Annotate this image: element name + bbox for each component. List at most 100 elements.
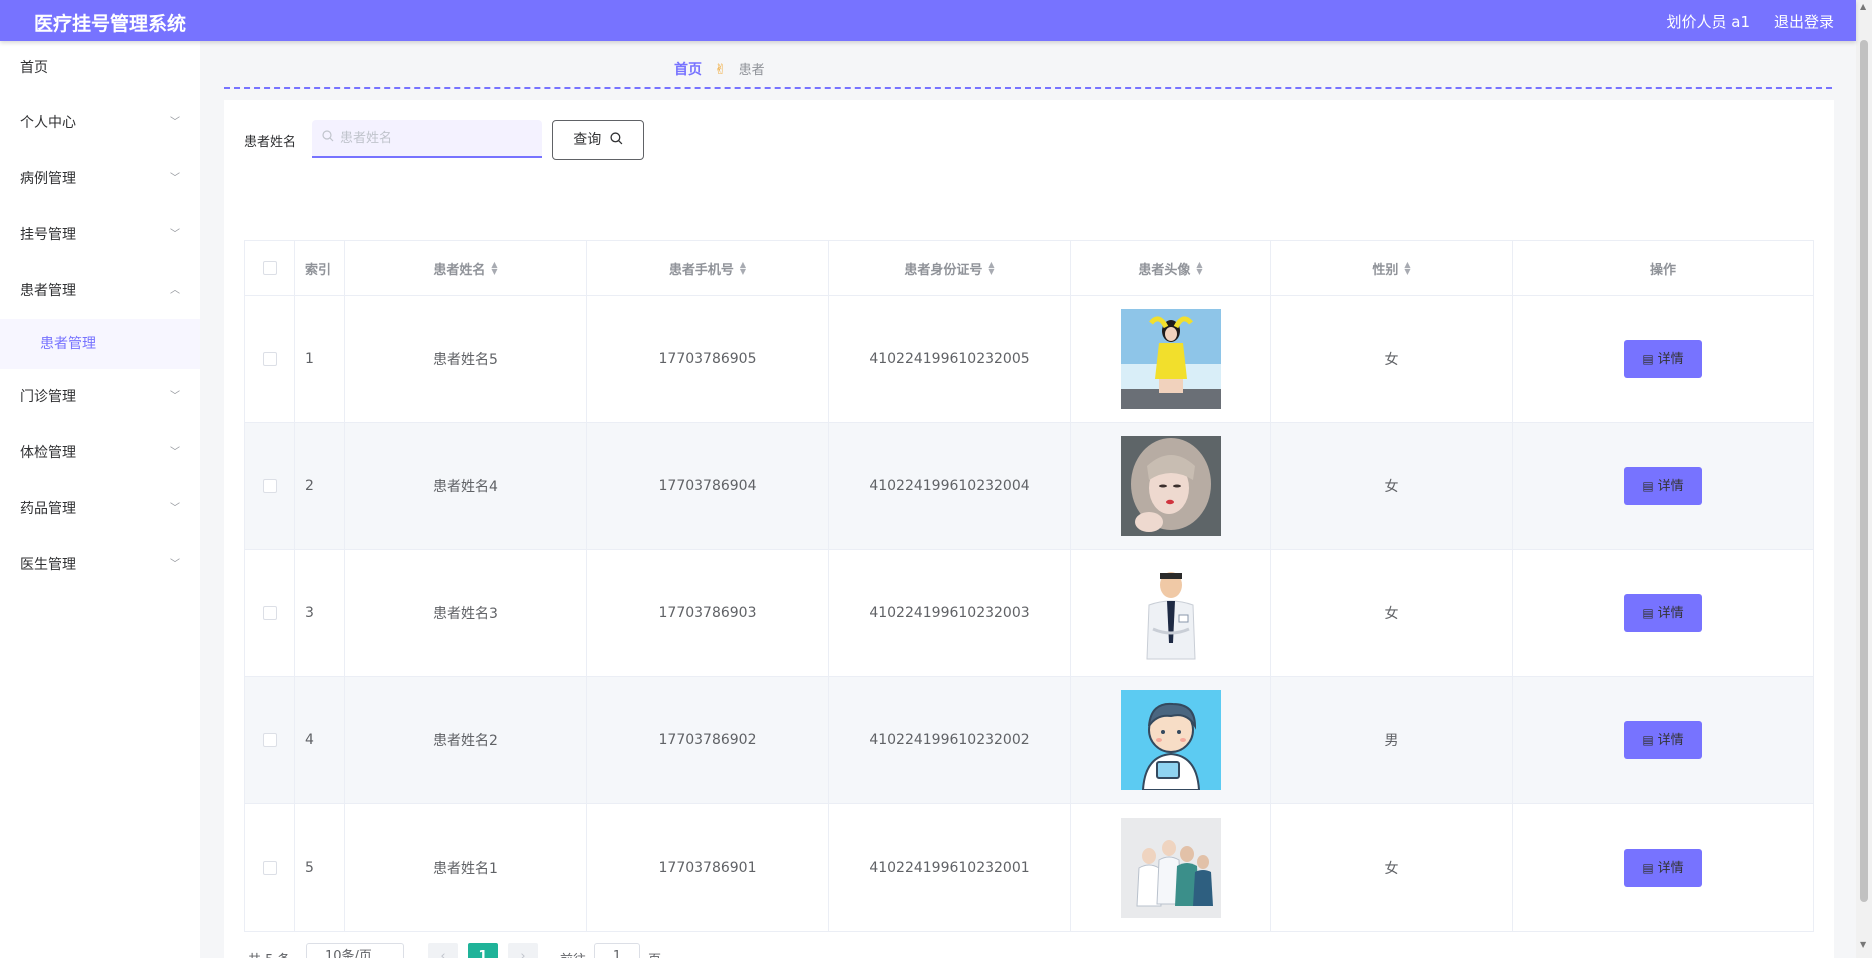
chevron-down-icon: ﹀ <box>170 229 180 240</box>
goto-suffix: 页 <box>648 949 661 958</box>
patient-avatar[interactable] <box>1120 436 1221 536</box>
cell-index: 5 <box>295 804 345 931</box>
cell-gender: 女 <box>1271 423 1513 549</box>
sort-icon[interactable]: ▲ ▼ <box>740 261 746 276</box>
breadcrumb-home-link[interactable]: 首页 <box>674 62 702 78</box>
cell-actions: ▤ 详情 <box>1513 296 1813 422</box>
query-button[interactable]: 查询 <box>552 120 644 160</box>
sidebar-item-doctor-management[interactable]: 医生管理 ﹀ <box>0 537 200 593</box>
cell-avatar <box>1071 296 1271 422</box>
sidebar-item-personal-center[interactable]: 个人中心 ﹀ <box>0 95 200 151</box>
document-icon: ▤ <box>1642 860 1654 875</box>
top-header: 医疗挂号管理系统 划价人员 a1 退出登录 <box>0 0 1856 41</box>
cell-index: 1 <box>295 296 345 422</box>
cell-id-card: 410224199610232005 <box>829 296 1071 422</box>
detail-button[interactable]: ▤ 详情 <box>1624 721 1702 759</box>
select-all-checkbox[interactable] <box>262 261 277 275</box>
sort-icon[interactable]: ▲ ▼ <box>988 261 994 276</box>
patient-avatar[interactable] <box>1120 690 1221 790</box>
page-size-select[interactable]: 10条/页 <box>306 943 404 958</box>
patient-avatar[interactable] <box>1120 817 1221 918</box>
submenu-item-patient-management[interactable]: 患者管理 <box>0 319 200 369</box>
cell-name: 患者姓名5 <box>345 296 587 422</box>
cell-id-card: 410224199610232004 <box>829 423 1071 549</box>
next-page-button[interactable]: › <box>508 943 538 958</box>
cell-gender: 女 <box>1271 550 1513 676</box>
cell-avatar <box>1071 550 1271 676</box>
column-header-phone[interactable]: 患者手机号 ▲ ▼ <box>587 241 829 295</box>
sort-icon[interactable]: ▲ ▼ <box>1196 261 1202 276</box>
sort-icon[interactable]: ▲ ▼ <box>491 261 497 276</box>
document-icon: ▤ <box>1642 606 1654 620</box>
breadcrumb: 首页 ✌ 患者 <box>224 41 1832 89</box>
detail-button[interactable]: ▤ 详情 <box>1624 467 1702 505</box>
query-button-label: 查询 <box>573 132 602 148</box>
row-select-cell <box>245 550 295 676</box>
patient-avatar[interactable] <box>1120 309 1221 409</box>
cell-avatar <box>1071 423 1271 549</box>
column-header-id-card[interactable]: 患者身份证号 ▲ ▼ <box>829 241 1071 295</box>
column-header-index: 索引 <box>295 241 345 295</box>
detail-button[interactable]: ▤ 详情 <box>1624 594 1702 632</box>
cell-actions: ▤ 详情 <box>1513 550 1813 676</box>
row-checkbox[interactable] <box>262 606 277 620</box>
goto-page-input[interactable]: 1 <box>594 943 640 958</box>
search-input[interactable] <box>340 120 536 156</box>
sidebar-item-label: 挂号管理 <box>20 227 76 243</box>
cell-phone: 17703786902 <box>587 677 829 803</box>
sort-icon[interactable]: ▲ ▼ <box>1404 261 1410 276</box>
sidebar-item-drug-management[interactable]: 药品管理 ﹀ <box>0 481 200 537</box>
logout-link[interactable]: 退出登录 <box>1774 11 1834 32</box>
scroll-up-icon[interactable]: ▲ <box>1860 2 1866 11</box>
scroll-down-icon[interactable]: ▼ <box>1860 940 1866 949</box>
sidebar-item-case-management[interactable]: 病例管理 ﹀ <box>0 151 200 207</box>
row-select-cell <box>245 804 295 931</box>
pagination-total: 共 5 条 <box>248 949 291 958</box>
row-checkbox[interactable] <box>262 860 277 875</box>
column-header-name[interactable]: 患者姓名 ▲ ▼ <box>345 241 587 295</box>
scrollbar-thumb[interactable] <box>1860 40 1868 902</box>
column-header-gender[interactable]: 性别 ▲ ▼ <box>1271 241 1513 295</box>
column-header-avatar[interactable]: 患者头像 ▲ ▼ <box>1071 241 1271 295</box>
goto-label: 前往 <box>560 949 586 958</box>
row-checkbox[interactable] <box>262 479 277 493</box>
prev-page-button[interactable]: ‹ <box>428 943 458 958</box>
page-number-button[interactable]: 1 <box>468 943 498 958</box>
chevron-down-icon: ﹀ <box>170 559 180 570</box>
search-label: 患者姓名 <box>244 135 297 150</box>
breadcrumb-current: 患者 <box>738 63 765 78</box>
row-checkbox[interactable] <box>262 733 277 747</box>
document-icon: ▤ <box>1642 352 1654 366</box>
sidebar-item-registration-management[interactable]: 挂号管理 ﹀ <box>0 207 200 263</box>
page-scrollbar[interactable]: ▲ ▼ <box>1856 0 1872 958</box>
detail-button-label: 详情 <box>1657 606 1684 621</box>
row-select-cell <box>245 423 295 549</box>
search-field[interactable] <box>312 120 542 158</box>
patient-avatar[interactable] <box>1120 563 1221 663</box>
column-header-label: 患者姓名 <box>433 262 486 278</box>
cell-id-card: 410224199610232003 <box>829 550 1071 676</box>
detail-button[interactable]: ▤ 详情 <box>1624 848 1702 887</box>
chevron-down-icon: ﹀ <box>170 391 180 402</box>
cell-gender: 女 <box>1271 804 1513 931</box>
table-row: 2 患者姓名4 17703786904 410224199610232004 女… <box>245 423 1813 550</box>
chevron-down-icon: ﹀ <box>170 173 180 184</box>
detail-button-label: 详情 <box>1657 860 1684 876</box>
sidebar-item-outpatient-management[interactable]: 门诊管理 ﹀ <box>0 369 200 425</box>
current-user-label: 划价人员 a1 <box>1666 13 1750 31</box>
row-select-cell <box>245 296 295 422</box>
detail-button-label: 详情 <box>1657 733 1684 748</box>
sidebar-item-checkup-management[interactable]: 体检管理 ﹀ <box>0 425 200 481</box>
chevron-down-icon: ﹀ <box>170 447 180 458</box>
sidebar-item-patient-management[interactable]: 患者管理 ︿ <box>0 263 200 319</box>
detail-button[interactable]: ▤ 详情 <box>1624 340 1702 378</box>
document-icon: ▤ <box>1642 733 1654 747</box>
column-header-label: 性别 <box>1372 262 1399 278</box>
sidebar-item-home[interactable]: 首页 <box>0 41 200 95</box>
cell-actions: ▤ 详情 <box>1513 677 1813 803</box>
sidebar-item-label: 体检管理 <box>20 445 76 461</box>
row-checkbox[interactable] <box>262 352 277 366</box>
cell-phone: 17703786905 <box>587 296 829 422</box>
content-card: 患者姓名 查询 索引 患者姓名 ▲▼ 患者手机号 ▲▼ 患者身份证号 ▲▼ 患者头像 ▲… <box>224 100 1834 958</box>
cell-index: 4 <box>295 677 345 803</box>
